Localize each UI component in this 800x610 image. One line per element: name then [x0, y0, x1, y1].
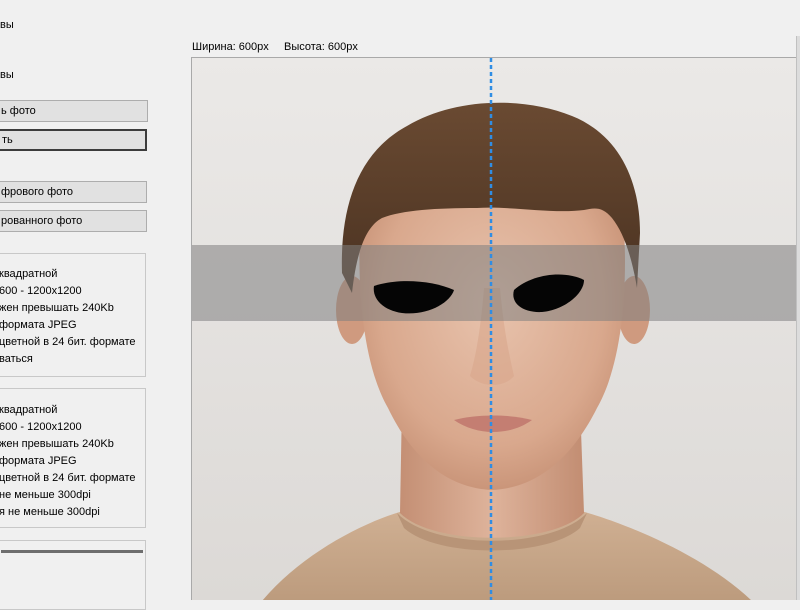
requirement-line: я не меньше 300dpi	[0, 506, 100, 518]
vertical-scrollbar[interactable]	[796, 36, 800, 600]
requirement-line: ваться	[0, 353, 33, 365]
requirement-line: формата JPEG	[0, 319, 77, 331]
eye-level-band	[192, 245, 800, 321]
requirement-line: 600 - 1200x1200	[0, 421, 82, 433]
requirement-line: 600 - 1200x1200	[0, 285, 82, 297]
requirement-line: цветной в 24 бит. формате	[0, 336, 136, 348]
digital-requirements-group: квадратной 600 - 1200x1200 жен превышать…	[0, 253, 146, 377]
load-photo-button[interactable]: ь фото	[0, 100, 148, 122]
requirement-line: жен превышать 240Kb	[0, 302, 114, 314]
scanned-photo-button[interactable]: рованного фото	[0, 210, 147, 232]
width-label: Ширина: 600px	[192, 41, 269, 53]
photo-preview[interactable]	[191, 57, 800, 600]
progress-bar	[1, 550, 143, 553]
digital-photo-button[interactable]: фрового фото	[0, 181, 147, 203]
window-title-partial: вы	[0, 19, 14, 31]
requirement-line: не меньше 300dpi	[0, 489, 91, 501]
requirement-line: формата JPEG	[0, 455, 77, 467]
requirement-line: цветной в 24 бит. формате	[0, 472, 136, 484]
save-button[interactable]: ть	[0, 129, 147, 151]
section-title-partial: вы	[0, 69, 14, 81]
portrait-photo	[192, 58, 800, 600]
height-label: Высота: 600px	[284, 41, 358, 53]
scanned-requirements-group: квадратной 600 - 1200x1200 жен превышать…	[0, 388, 146, 528]
requirement-line: жен превышать 240Kb	[0, 438, 114, 450]
requirement-line: квадратной	[0, 404, 58, 416]
requirement-line: квадратной	[0, 268, 58, 280]
